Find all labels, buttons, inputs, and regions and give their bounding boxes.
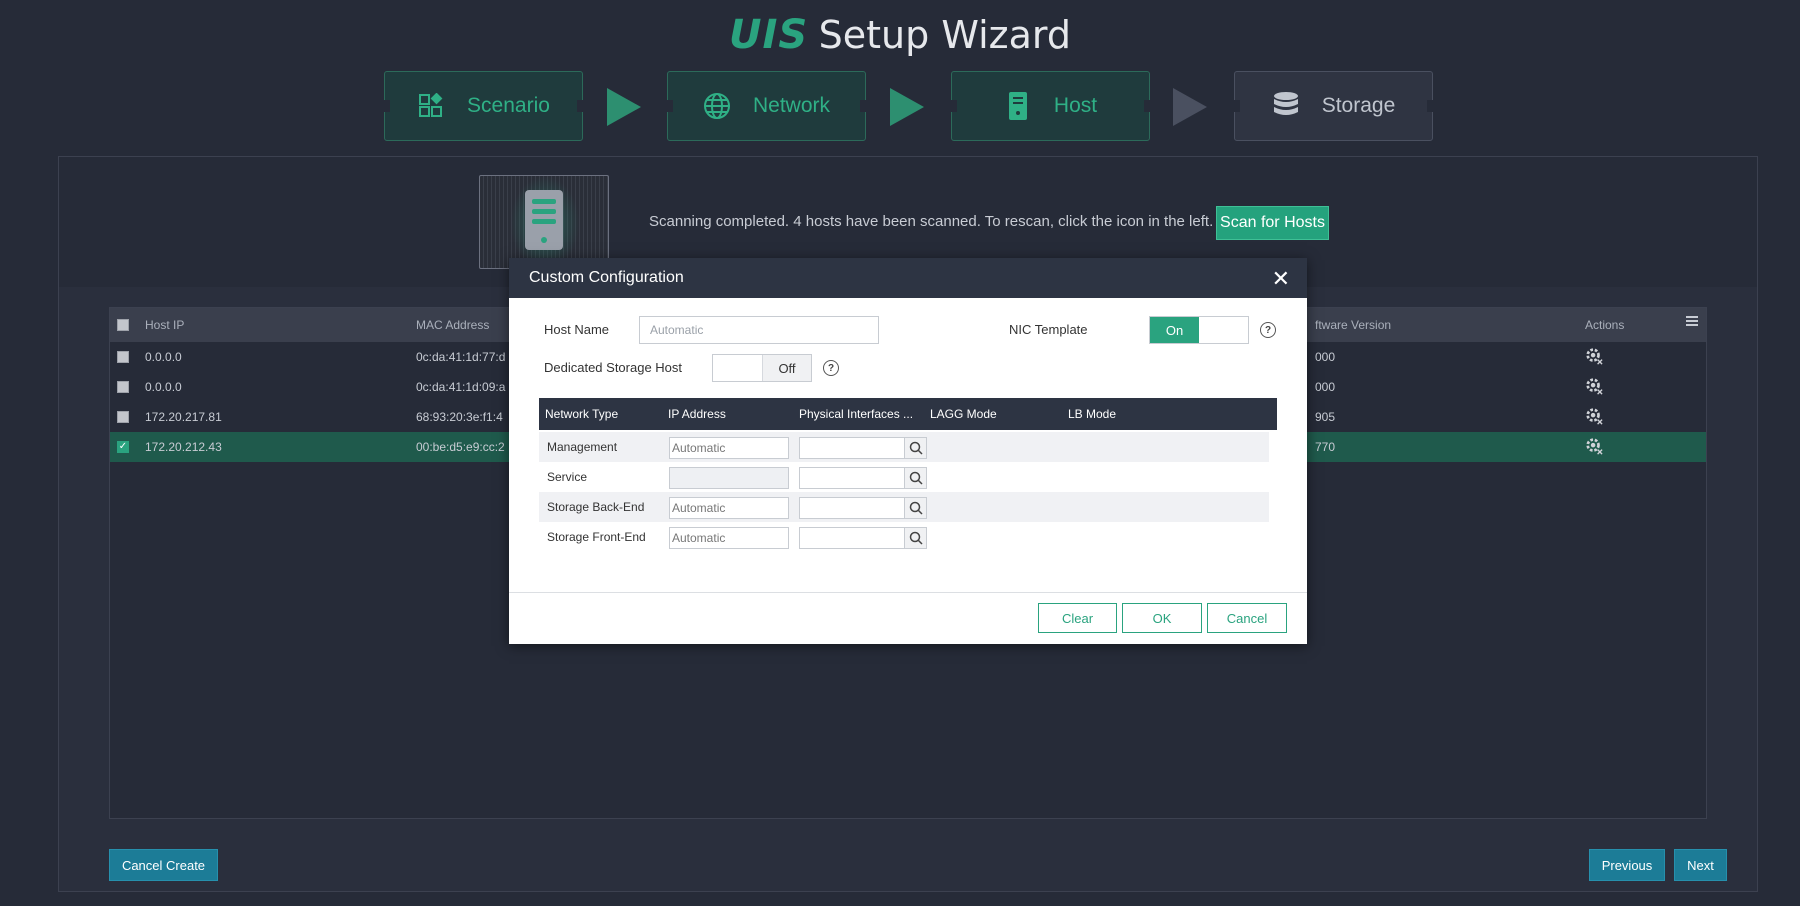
ip-address-input[interactable]: Automatic bbox=[669, 437, 789, 459]
wizard-title: UIS Setup Wizard bbox=[0, 12, 1800, 62]
gear-icon[interactable] bbox=[1585, 407, 1603, 428]
step-storage[interactable]: Storage bbox=[1234, 71, 1433, 141]
network-row-storage-front-end: Storage Front-End Automatic bbox=[539, 522, 1269, 552]
mac-address: 68:93:20:3e:f1:4 bbox=[416, 410, 503, 424]
col-host-ip[interactable]: Host IP bbox=[145, 318, 184, 332]
network-row-service: Service bbox=[539, 462, 1269, 492]
step-label: Storage bbox=[1321, 94, 1396, 117]
col-ip-address: IP Address bbox=[668, 407, 726, 421]
search-icon[interactable] bbox=[905, 437, 927, 459]
previous-button[interactable]: Previous bbox=[1589, 849, 1665, 881]
scan-for-hosts-button[interactable]: Scan for Hosts bbox=[1216, 206, 1329, 240]
mac-address: 0c:da:41:1d:09:a bbox=[416, 380, 506, 394]
toggle-off-state: Off bbox=[762, 355, 811, 381]
physical-interface-input[interactable] bbox=[799, 437, 905, 459]
software-version: 905 bbox=[1315, 410, 1336, 424]
row-checkbox[interactable] bbox=[117, 381, 129, 393]
step-arrow bbox=[1173, 88, 1207, 126]
col-actions: Actions bbox=[1585, 318, 1625, 332]
database-icon bbox=[1272, 92, 1300, 120]
col-software-version[interactable]: ftware Version bbox=[1315, 318, 1391, 332]
cancel-create-button[interactable]: Cancel Create bbox=[109, 849, 218, 881]
custom-configuration-dialog: Custom Configuration ✕ Host Name Automat… bbox=[509, 258, 1307, 644]
toggle-on-state: On bbox=[1150, 317, 1199, 343]
col-network-type: Network Type bbox=[545, 407, 619, 421]
gear-icon[interactable] bbox=[1585, 377, 1603, 398]
next-button[interactable]: Next bbox=[1674, 849, 1727, 881]
scan-status-message: Scanning completed. 4 hosts have been sc… bbox=[649, 213, 1214, 230]
step-label: Scenario bbox=[467, 94, 550, 117]
search-icon[interactable] bbox=[905, 467, 927, 489]
host-name-label: Host Name bbox=[544, 322, 610, 337]
globe-icon bbox=[703, 92, 731, 120]
dedicated-storage-help-icon[interactable]: ? bbox=[823, 360, 839, 376]
dedicated-storage-toggle[interactable]: Off bbox=[712, 354, 812, 382]
ok-button[interactable]: OK bbox=[1122, 603, 1202, 633]
search-icon[interactable] bbox=[905, 497, 927, 519]
network-type: Storage Back-End bbox=[547, 500, 645, 514]
select-all-checkbox[interactable] bbox=[117, 319, 129, 331]
software-version: 000 bbox=[1315, 380, 1336, 394]
network-row-management: Management Automatic bbox=[539, 432, 1269, 462]
cancel-button[interactable]: Cancel bbox=[1207, 603, 1287, 633]
software-version: 000 bbox=[1315, 350, 1336, 364]
network-type: Management bbox=[547, 440, 618, 454]
network-type: Service bbox=[547, 470, 588, 484]
host-ip: 0.0.0.0 bbox=[145, 350, 182, 364]
dialog-title: Custom Configuration bbox=[529, 269, 684, 286]
dialog-body: Host Name Automatic NIC Template On ? De… bbox=[509, 298, 1307, 592]
host-ip: 0.0.0.0 bbox=[145, 380, 182, 394]
col-lb-mode: LB Mode bbox=[1068, 407, 1117, 421]
nic-template-help-icon[interactable]: ? bbox=[1260, 322, 1276, 338]
physical-interface-input[interactable] bbox=[799, 527, 905, 549]
uis-logo: UIS bbox=[729, 12, 809, 58]
close-icon[interactable]: ✕ bbox=[1272, 267, 1290, 292]
column-menu-icon[interactable] bbox=[1686, 316, 1698, 328]
software-version: 770 bbox=[1315, 440, 1336, 454]
physical-interface-input[interactable] bbox=[799, 497, 905, 519]
clear-button[interactable]: Clear bbox=[1038, 603, 1117, 633]
gear-icon[interactable] bbox=[1585, 437, 1603, 458]
gear-icon[interactable] bbox=[1585, 347, 1603, 368]
nic-template-label: NIC Template bbox=[1009, 322, 1088, 337]
host-name-input[interactable]: Automatic bbox=[639, 316, 879, 344]
network-type: Storage Front-End bbox=[547, 530, 646, 544]
scenario-icon bbox=[417, 92, 445, 120]
step-arrow bbox=[890, 88, 924, 126]
mac-address: 0c:da:41:1d:77:d bbox=[416, 350, 506, 364]
ip-address-input[interactable]: Automatic bbox=[669, 527, 789, 549]
row-checkbox[interactable] bbox=[117, 411, 129, 423]
dedicated-storage-host-label: Dedicated Storage Host bbox=[544, 360, 683, 375]
network-row-storage-back-end: Storage Back-End Automatic bbox=[539, 492, 1269, 522]
physical-interface-input[interactable] bbox=[799, 467, 905, 489]
rescan-server-icon[interactable] bbox=[479, 175, 609, 270]
host-ip: 172.20.212.43 bbox=[145, 440, 222, 454]
step-host[interactable]: Host bbox=[951, 71, 1150, 141]
network-table-header: Network Type IP Address Physical Interfa… bbox=[539, 398, 1277, 430]
host-ip: 172.20.217.81 bbox=[145, 410, 222, 424]
col-mac-address[interactable]: MAC Address bbox=[416, 318, 489, 332]
col-physical-interfaces: Physical Interfaces ... bbox=[799, 407, 914, 421]
row-checkbox[interactable] bbox=[117, 351, 129, 363]
mac-address: 00:be:d5:e9:cc:2 bbox=[416, 440, 505, 454]
server-icon bbox=[1004, 92, 1032, 120]
dialog-footer: Clear OK Cancel bbox=[509, 592, 1307, 644]
ip-address-input-disabled bbox=[669, 467, 789, 489]
ip-address-input[interactable]: Automatic bbox=[669, 497, 789, 519]
step-scenario[interactable]: Scenario bbox=[384, 71, 583, 141]
nic-template-toggle[interactable]: On bbox=[1149, 316, 1249, 344]
step-label: Host bbox=[1053, 94, 1098, 117]
row-checkbox-checked[interactable]: ✓ bbox=[117, 441, 129, 453]
search-icon[interactable] bbox=[905, 527, 927, 549]
page-title: Setup Wizard bbox=[818, 13, 1071, 57]
step-network[interactable]: Network bbox=[667, 71, 866, 141]
col-lagg-mode: LAGG Mode bbox=[930, 407, 997, 421]
step-arrow bbox=[607, 88, 641, 126]
step-label: Network bbox=[752, 94, 831, 117]
dialog-header: Custom Configuration ✕ bbox=[509, 258, 1307, 298]
